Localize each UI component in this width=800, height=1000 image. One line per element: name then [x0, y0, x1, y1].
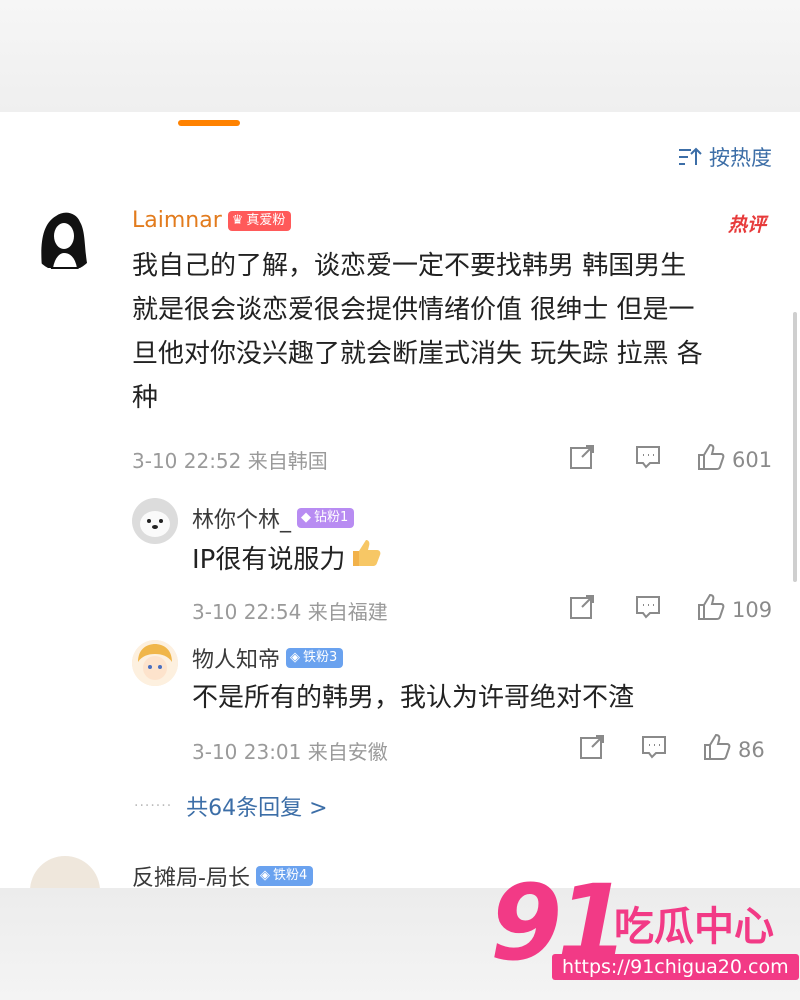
username-label: 反摊局-局长 [132, 866, 250, 888]
avatar[interactable] [30, 856, 100, 888]
sort-by-hot-button[interactable]: 按热度 [677, 142, 772, 172]
tab-indicator [178, 120, 240, 126]
share-icon[interactable] [578, 733, 606, 766]
avatar[interactable] [132, 498, 178, 544]
like-button[interactable]: 601 [696, 442, 772, 477]
hot-comment-tag: 热评 [727, 214, 766, 236]
comment-actions: 601 [568, 442, 772, 477]
comment-timestamp: 3-10 22:52 来自韩国 [132, 449, 328, 473]
username-label: Laimnar [132, 208, 222, 233]
shield-icon: ◈ [290, 650, 301, 665]
fan-badge: ◆ 钻粉1 [297, 508, 355, 528]
more-replies-label: 共64条回复 > [186, 796, 328, 821]
comment-text: 我自己的了解，谈恋爱一定不要找韩男 韩国男生 就是很会谈恋爱很会提供情绪价值 很… [132, 251, 703, 413]
watermark-logo: 91 吃瓜中心 https://91chigua20.com [490, 868, 799, 988]
watermark-text: 吃瓜中心 [614, 904, 774, 950]
fan-badge: ♛ 真爱粉 [227, 210, 292, 231]
thumbs-up-icon [696, 442, 726, 477]
comment-username[interactable]: 反摊局-局长 ◈ 铁粉4 [132, 860, 314, 888]
reply-actions: 109 [568, 592, 772, 627]
reply-timestamp: 3-10 23:01 来自安徽 [192, 740, 388, 764]
like-count: 601 [732, 447, 773, 472]
username-label: 物人知帝 [192, 648, 281, 673]
dots: ······· [134, 798, 173, 814]
top-blurred-area [0, 0, 800, 112]
comments-panel: 按热度 Laimnar ♛ 真爱粉 热评 我自己的了解，谈恋爱一定不要找韩男 韩国… [0, 112, 800, 888]
username-label: 林你个林_ [192, 508, 292, 533]
scrollbar[interactable] [793, 312, 797, 582]
reply-text: IP很有说服力 [192, 536, 383, 584]
like-count: 86 [738, 737, 765, 762]
like-button[interactable]: 109 [696, 592, 772, 627]
comment-icon[interactable] [634, 443, 662, 476]
shield-icon: ◈ [259, 868, 270, 883]
fan-badge: ◈ 铁粉3 [286, 648, 344, 668]
share-icon[interactable] [568, 443, 596, 476]
reply-timestamp: 3-10 22:54 来自福建 [192, 600, 388, 624]
diamond-icon: ◆ [301, 510, 312, 525]
fan-badge: ◈ 铁粉4 [255, 866, 314, 886]
like-count: 109 [732, 597, 773, 622]
thumbs-up-icon [696, 592, 726, 627]
watermark-url: https://91chigua20.com [552, 954, 799, 980]
comment-icon[interactable] [634, 593, 662, 626]
reply-actions: 86 [578, 732, 765, 767]
comment-icon[interactable] [640, 733, 668, 766]
sort-icon [677, 146, 703, 168]
like-button[interactable]: 86 [702, 732, 765, 767]
comment-username[interactable]: Laimnar ♛ 真爱粉 [132, 208, 292, 233]
thumbs-up-emoji-icon [349, 536, 383, 584]
avatar[interactable] [132, 640, 178, 686]
reply-username[interactable]: 林你个林_ ◆ 钻粉1 [192, 502, 355, 534]
reply-username[interactable]: 物人知帝 ◈ 铁粉3 [192, 642, 344, 674]
avatar[interactable] [30, 204, 98, 272]
crown-icon: ♛ [231, 212, 244, 228]
thumbs-up-icon [702, 732, 732, 767]
reply-text: 不是所有的韩男，我认为许哥绝对不渣 [192, 683, 635, 713]
sort-label: 按热度 [709, 146, 772, 170]
more-replies-link[interactable]: ······· 共64条回复 > [134, 790, 328, 822]
share-icon[interactable] [568, 593, 596, 626]
